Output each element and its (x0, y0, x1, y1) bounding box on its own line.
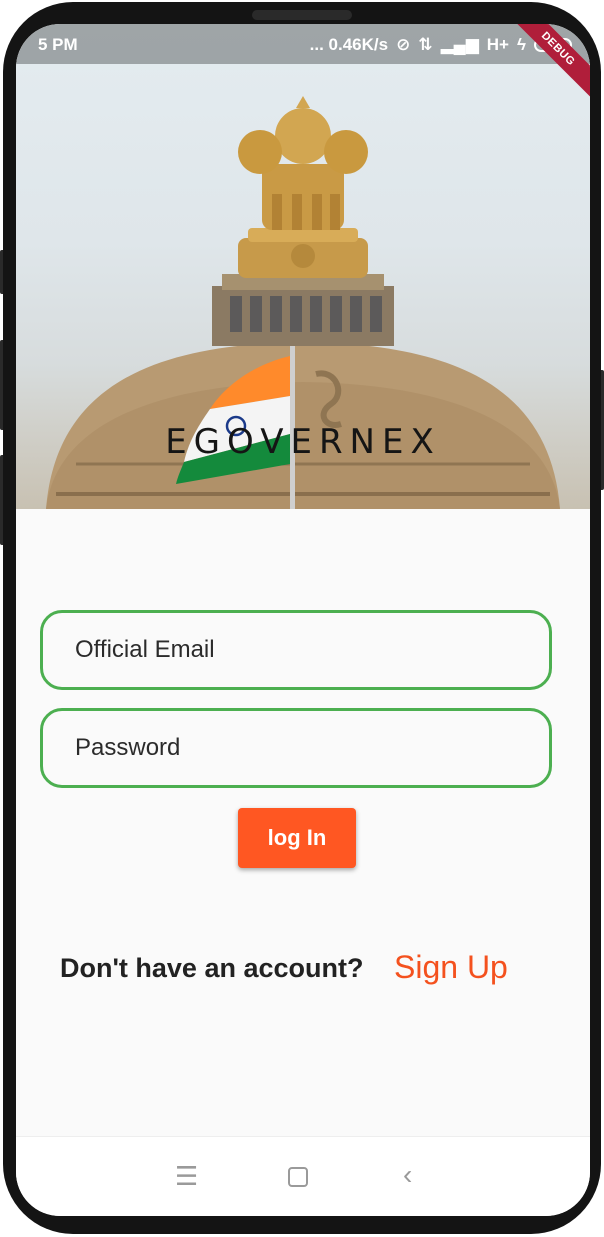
password-field[interactable] (40, 708, 552, 788)
signup-link[interactable]: Sign Up (394, 949, 508, 986)
network-speed: ... 0.46K/s (309, 35, 389, 54)
signal-icon: ▂▄▆ (440, 35, 479, 54)
earpiece-speaker (252, 10, 352, 20)
menu-icon[interactable]: ☰ (175, 1161, 198, 1192)
no-account-text: Don't have an account? (60, 953, 364, 983)
home-square-icon[interactable] (288, 1167, 308, 1187)
data-transfer-icon: ⇅ (418, 35, 433, 54)
lion-head-left (238, 130, 282, 174)
navigation-bar: ☰ ‹ (16, 1136, 590, 1216)
signup-row: Don't have an account? Sign Up (60, 949, 560, 989)
status-time: 5 PM (38, 35, 78, 54)
charging-icon: ϟ (517, 35, 526, 54)
back-chevron-icon[interactable]: ‹ (403, 1159, 412, 1191)
lion-head-center (275, 108, 331, 164)
status-bar: 5 PM ... 0.46K/s ⊘ ⇅ ▂▄▆ H+ ϟ (16, 24, 590, 64)
alarm-off-icon: ⊘ (396, 35, 411, 54)
screen: EGOVERNEX 5 PM ... 0.46K/s ⊘ ⇅ ▂▄▆ H+ ϟ … (16, 24, 590, 1216)
email-field[interactable] (40, 610, 552, 690)
login-button[interactable]: log In (238, 808, 356, 868)
app-title: EGOVERNEX (165, 422, 441, 462)
pedestal-top (248, 228, 358, 242)
pedestal-wheel (291, 244, 315, 268)
lion-head-right (324, 130, 368, 174)
hero-image: EGOVERNEX (16, 24, 590, 509)
network-type: H+ (486, 35, 509, 54)
phone-frame: EGOVERNEX 5 PM ... 0.46K/s ⊘ ⇅ ▂▄▆ H+ ϟ … (0, 0, 604, 1237)
